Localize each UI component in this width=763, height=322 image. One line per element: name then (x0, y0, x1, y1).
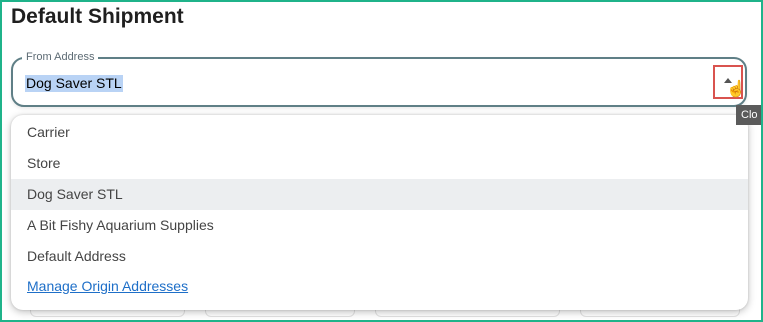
manage-origin-addresses-link[interactable]: Manage Origin Addresses (27, 271, 188, 302)
from-address-label: From Address (22, 51, 99, 63)
close-tooltip: Clo (736, 105, 763, 125)
menu-item-a-bit-fishy[interactable]: A Bit Fishy Aquarium Supplies (11, 210, 748, 241)
from-address-select[interactable]: From Address Dog Saver STL ☝ (11, 51, 747, 107)
menu-item-default-address[interactable]: Default Address (11, 241, 748, 272)
hand-pointer-icon: ☝ (726, 81, 746, 98)
page-title: Default Shipment (11, 5, 184, 28)
from-address-dropdown-menu: Carrier Store Dog Saver STL A Bit Fishy … (11, 115, 748, 310)
menu-item-store[interactable]: Store (11, 148, 748, 179)
from-address-value[interactable]: Dog Saver STL (25, 75, 123, 92)
menu-item-dog-saver-stl[interactable]: Dog Saver STL (11, 179, 748, 210)
dropdown-toggle-button[interactable]: ☝ (713, 65, 746, 99)
menu-item-carrier[interactable]: Carrier (11, 117, 748, 148)
